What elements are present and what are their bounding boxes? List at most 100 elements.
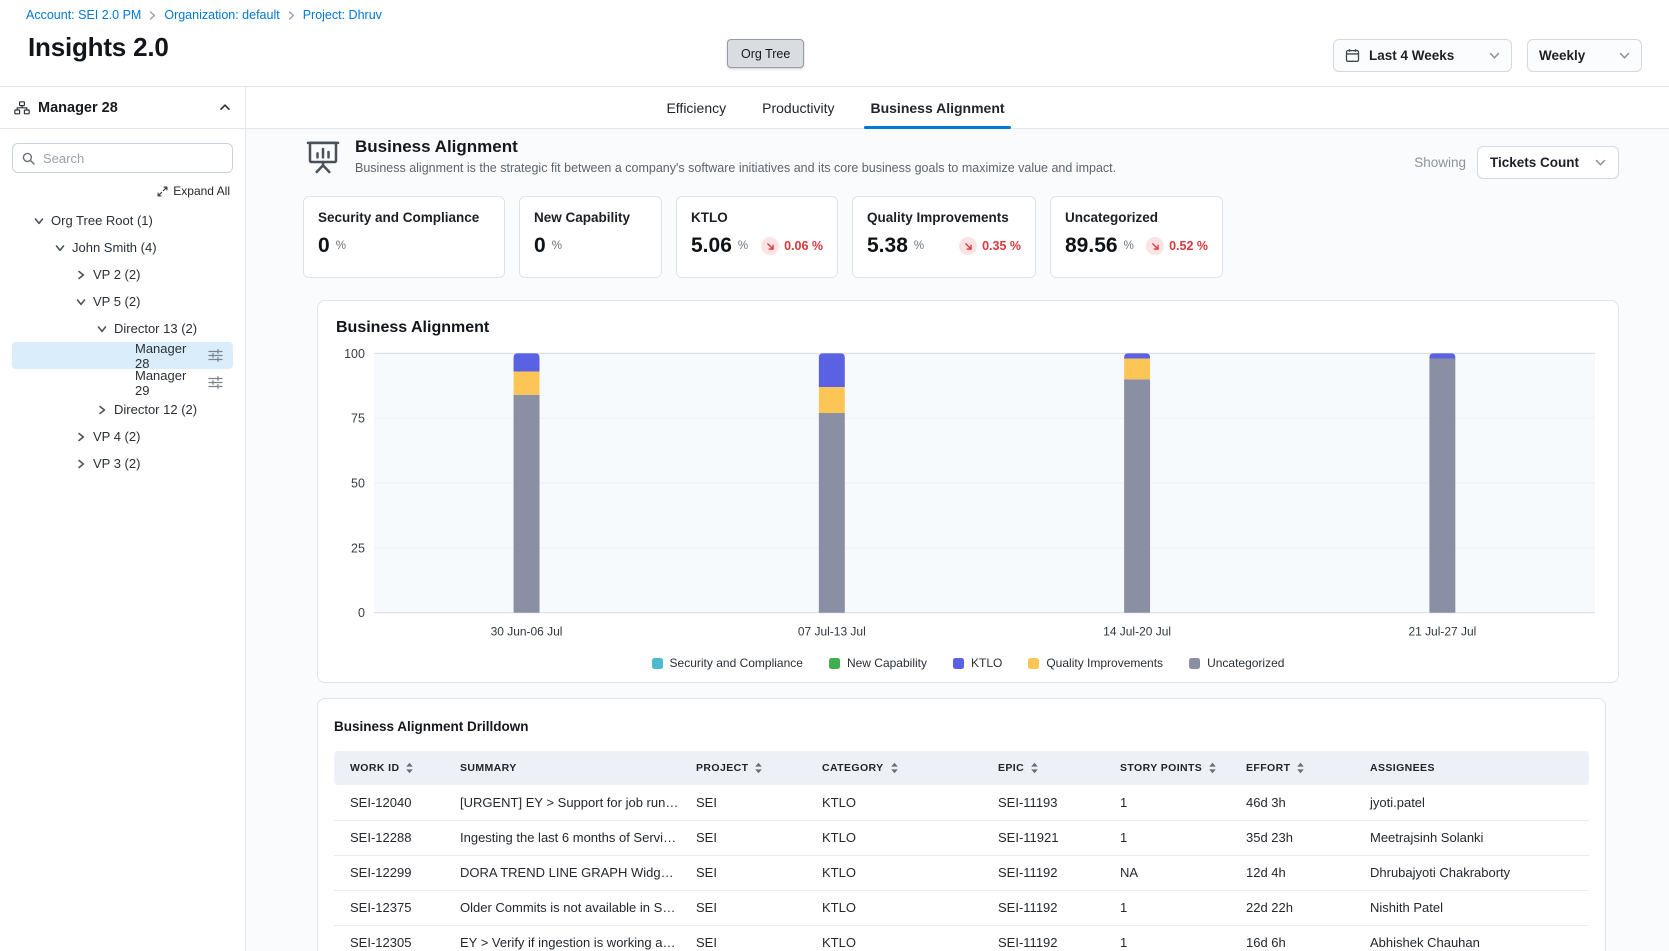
bar-segment xyxy=(1124,353,1150,358)
main-panel: Efficiency Productivity Business Alignment… xyxy=(246,86,1669,951)
column-header-effort[interactable]: EFFORT xyxy=(1238,751,1362,785)
stat-unit: % xyxy=(552,240,562,252)
column-label: PROJECT xyxy=(696,762,748,774)
table-cell-story-points: 1 xyxy=(1112,785,1238,820)
sidebar-item-director-13-2[interactable]: Director 13 (2) xyxy=(12,315,233,342)
sidebar-item-vp-4-2[interactable]: VP 4 (2) xyxy=(12,423,233,450)
column-header-inner: WORK ID xyxy=(350,762,444,774)
legend-item-new-capability[interactable]: New Capability xyxy=(829,656,927,670)
tab-efficiency[interactable]: Efficiency xyxy=(666,87,726,128)
column-header-epic[interactable]: EPIC xyxy=(990,751,1112,785)
legend-item-ktlo[interactable]: KTLO xyxy=(953,656,1002,670)
showing-label: Showing xyxy=(1414,155,1466,170)
sidebar-item-john-smith-4[interactable]: John Smith (4) xyxy=(12,234,233,261)
sidebar-item-org-tree-root-1[interactable]: Org Tree Root (1) xyxy=(12,207,233,234)
granularity-dropdown[interactable]: Weekly xyxy=(1527,39,1642,72)
filter-icon[interactable] xyxy=(208,349,223,362)
breadcrumb-item-organization-default[interactable]: Organization: default xyxy=(164,8,279,22)
trend-down-icon xyxy=(761,237,779,255)
stat-value-row: 89.56%0.52 % xyxy=(1065,234,1208,258)
column-header-summary[interactable]: SUMMARY xyxy=(452,751,688,785)
legend-item-uncategorized[interactable]: Uncategorized xyxy=(1189,656,1284,670)
stat-value: 5.38 xyxy=(867,234,908,258)
page-title: Insights 2.0 xyxy=(28,32,169,63)
trend-down-icon xyxy=(1146,237,1164,255)
table-row[interactable]: SEI-12288Ingesting the last 6 months of … xyxy=(334,820,1589,855)
search-box xyxy=(12,143,233,173)
table-cell-epic: SEI-11193 xyxy=(990,785,1112,820)
table-row[interactable]: SEI-12305EY > Verify if ingestion is wor… xyxy=(334,925,1589,951)
tab-business-alignment[interactable]: Business Alignment xyxy=(870,87,1004,128)
filter-icon[interactable] xyxy=(208,376,223,389)
stat-unit: % xyxy=(914,240,924,252)
chart-legend: Security and Compliance New Capability KTL… xyxy=(334,656,1602,670)
x-tick-label: 30 Jun-06 Jul xyxy=(491,625,563,639)
sidebar-item-director-12-2[interactable]: Director 12 (2) xyxy=(12,396,233,423)
sidebar-item-vp-3-2[interactable]: VP 3 (2) xyxy=(12,450,233,477)
tree-item-label: VP 2 (2) xyxy=(93,267,140,282)
table-cell-work-id: SEI-12299 xyxy=(334,855,452,890)
table-cell-story-points: 1 xyxy=(1112,925,1238,951)
breadcrumb-item-project-dhruv[interactable]: Project: Dhruv xyxy=(303,8,382,22)
column-header-project[interactable]: PROJECT xyxy=(688,751,814,785)
bar-segment xyxy=(1429,353,1455,358)
expand-all-button[interactable]: Expand All xyxy=(12,184,230,198)
chevron-down-icon[interactable] xyxy=(72,297,89,307)
chevron-right-icon[interactable] xyxy=(72,270,89,280)
sort-icon[interactable] xyxy=(1208,762,1217,774)
chevron-down-icon[interactable] xyxy=(93,324,110,334)
x-tick-label: 07 Jul-13 Jul xyxy=(798,625,866,639)
stat-unit: % xyxy=(336,240,346,252)
tree-item-label: Org Tree Root (1) xyxy=(51,213,153,228)
bar-segment xyxy=(514,353,540,371)
column-label: CATEGORY xyxy=(822,762,884,774)
table-row[interactable]: SEI-12375Older Commits is not available … xyxy=(334,890,1589,925)
sort-icon[interactable] xyxy=(405,762,414,774)
sidebar-item-vp-5-2[interactable]: VP 5 (2) xyxy=(12,288,233,315)
sort-icon[interactable] xyxy=(1296,762,1305,774)
tab-productivity[interactable]: Productivity xyxy=(762,87,834,128)
column-header-inner: CATEGORY xyxy=(822,762,982,774)
search-input[interactable] xyxy=(43,151,223,166)
showing-dropdown[interactable]: Tickets Count xyxy=(1477,146,1619,179)
breadcrumb-item-account-sei-2-0-pm[interactable]: Account: SEI 2.0 PM xyxy=(26,8,141,22)
column-header-category[interactable]: CATEGORY xyxy=(814,751,990,785)
column-header-story-points[interactable]: STORY POINTS xyxy=(1112,751,1238,785)
table-cell-work-id: SEI-12288 xyxy=(334,820,452,855)
legend-swatch xyxy=(829,658,840,669)
tree-item-label: VP 5 (2) xyxy=(93,294,140,309)
date-range-dropdown[interactable]: Last 4 Weeks xyxy=(1333,39,1512,72)
column-label: EPIC xyxy=(998,762,1024,774)
chevron-down-icon[interactable] xyxy=(51,243,68,253)
delta-badge: 0.35 % xyxy=(959,237,1021,255)
stat-value-row: 0% xyxy=(534,234,647,258)
sort-icon[interactable] xyxy=(890,762,899,774)
trend-down-icon xyxy=(959,237,977,255)
chevron-right-icon[interactable] xyxy=(72,459,89,469)
chevron-up-icon[interactable] xyxy=(219,103,231,112)
bar-segment xyxy=(819,353,845,387)
table-cell-summary: Ingesting the last 6 months of ServiceN.… xyxy=(452,820,688,855)
sort-icon[interactable] xyxy=(754,762,763,774)
column-header-work-id[interactable]: WORK ID xyxy=(334,751,452,785)
chevron-right-icon[interactable] xyxy=(72,432,89,442)
sort-icon[interactable] xyxy=(1030,762,1039,774)
legend-label: KTLO xyxy=(971,656,1002,670)
org-tree-button[interactable]: Org Tree xyxy=(727,39,804,68)
sidebar-item-manager-28[interactable]: Manager 28 xyxy=(12,342,233,369)
table-row[interactable]: SEI-12040[URGENT] EY > Support for job r… xyxy=(334,785,1589,820)
calendar-icon xyxy=(1345,48,1360,63)
table-row[interactable]: SEI-12299DORA TREND LINE GRAPH Widgets i… xyxy=(334,855,1589,890)
chevron-right-icon[interactable] xyxy=(93,405,110,415)
breadcrumb-separator xyxy=(288,11,295,20)
table-cell-effort: 22d 22h xyxy=(1238,890,1362,925)
column-header-assignees[interactable]: ASSIGNEES xyxy=(1362,751,1589,785)
sidebar-item-vp-2-2[interactable]: VP 2 (2) xyxy=(12,261,233,288)
sidebar-item-manager-29[interactable]: Manager 29 xyxy=(12,369,233,396)
chevron-down-icon[interactable] xyxy=(30,216,47,226)
legend-item-quality-improvements[interactable]: Quality Improvements xyxy=(1028,656,1163,670)
chevron-down-icon xyxy=(1619,52,1630,60)
column-header-inner: ASSIGNEES xyxy=(1370,762,1581,774)
stat-unit: % xyxy=(738,240,748,252)
legend-item-security-and-compliance[interactable]: Security and Compliance xyxy=(652,656,803,670)
